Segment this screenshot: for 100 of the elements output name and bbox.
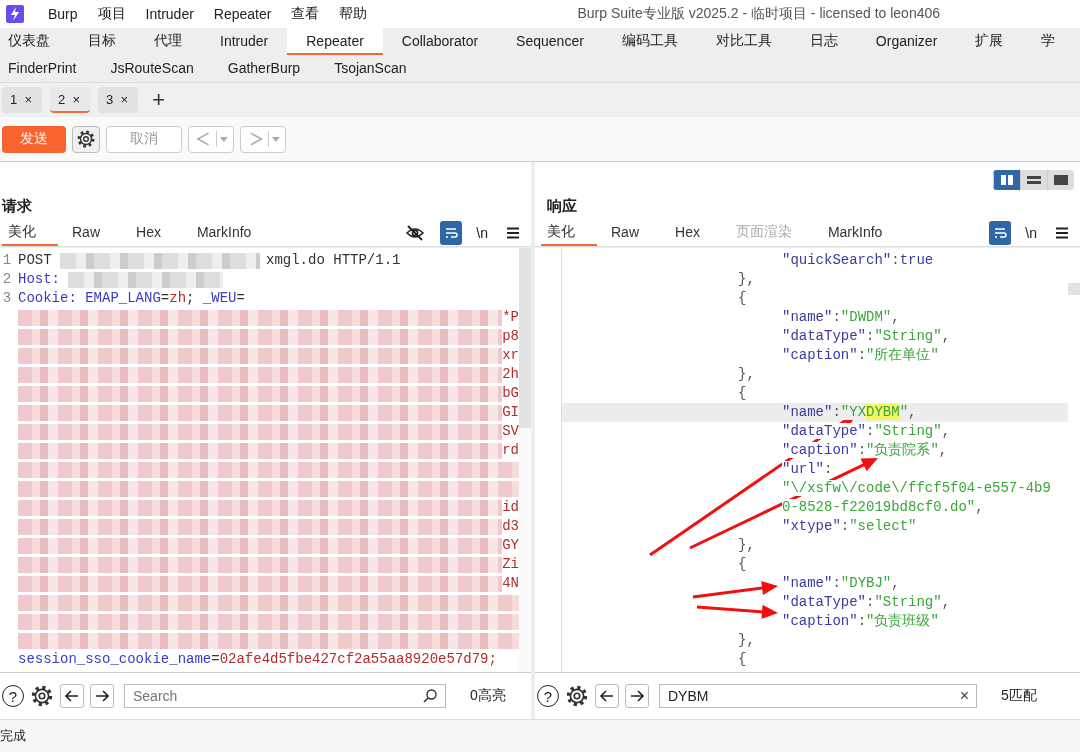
wrap-icon[interactable] [989, 221, 1012, 245]
code-text: Host: [18, 270, 61, 289]
code-text: d3 [502, 517, 519, 536]
caret-down-icon [219, 134, 229, 144]
panel-title: 响应 [547, 197, 577, 216]
tool-tab[interactable]: Collaborator [382, 28, 498, 55]
code-text: = [211, 650, 220, 669]
code-line: "dataType":"String", [781, 593, 952, 612]
code-text: GY [502, 536, 519, 555]
code-text: p8 [502, 327, 519, 346]
code-text: 02afe4d5fbe427cf2a55aa8920e57d79; [219, 650, 497, 669]
previous-button[interactable] [595, 684, 619, 708]
tool-tab[interactable]: 编码工具 [602, 28, 697, 55]
tool-tab[interactable]: Repeater [287, 28, 383, 55]
menu-item[interactable]: 帮助 [329, 5, 378, 23]
view-tab[interactable]: 美化 [541, 220, 597, 246]
view-tab[interactable]: MarkInfo [821, 220, 905, 246]
code-text: xr [502, 346, 519, 365]
tool-tab[interactable]: Intruder [201, 28, 288, 55]
next-button[interactable] [625, 684, 649, 708]
code-text: zh [169, 289, 187, 308]
previous-button[interactable] [60, 684, 84, 708]
newline-toggle[interactable]: \n [476, 221, 488, 245]
tool-tab[interactable]: Organizer [856, 28, 957, 55]
view-tab[interactable]: Hex [130, 220, 183, 246]
code-text: xmgl.do HTTP/1.1 [266, 251, 401, 270]
code-line: "quickSearch":true [781, 251, 935, 270]
layout-button[interactable] [993, 170, 1020, 190]
code-line: "caption":"所在单位" [781, 346, 940, 365]
view-tab[interactable]: 美化 [2, 220, 58, 246]
code-text: = [236, 289, 245, 308]
arrow-right-icon [94, 688, 110, 704]
code-text: rd [502, 441, 519, 460]
status-text: 完成 [0, 727, 26, 745]
scrollbar-thumb[interactable] [519, 248, 531, 428]
menu-item[interactable]: Repeater [203, 6, 282, 22]
settings-icon[interactable] [30, 684, 54, 708]
code-text: SV [502, 422, 519, 441]
menu-item[interactable]: Intruder [135, 6, 204, 22]
tool-tab[interactable]: Sequencer [497, 28, 603, 55]
view-tab[interactable]: MarkInfo [190, 220, 274, 246]
new-tab-button[interactable]: + [152, 87, 165, 113]
scrollbar-thumb[interactable] [1068, 283, 1080, 295]
menu-item[interactable]: 项目 [87, 5, 136, 23]
request-tab[interactable]: 2 × [50, 87, 91, 113]
line-number: 2 [1, 270, 13, 289]
tool-tab[interactable]: 目标 [69, 28, 135, 55]
extension-tab[interactable]: GatherBurp [210, 55, 318, 82]
tool-tab[interactable]: 日志 [790, 28, 857, 55]
extension-tab[interactable]: TsojanScan [317, 55, 424, 82]
line-number: 3 [1, 289, 13, 308]
next-button[interactable] [90, 684, 114, 708]
match-count: 0高亮 [470, 687, 506, 705]
menu-item[interactable]: 查看 [281, 5, 330, 23]
columns-icon [999, 173, 1015, 187]
request-tab[interactable]: 3 × [98, 87, 139, 113]
extension-tab[interactable]: JsRouteScan [93, 55, 211, 82]
code-text: 2h [502, 365, 519, 384]
arrow-left-icon [599, 688, 615, 704]
code-line: "name":"DWDM", [781, 308, 901, 327]
line-number: 1 [1, 251, 13, 270]
clear-button[interactable]: × [959, 688, 969, 704]
code-line: "caption":"负责院系", [781, 441, 949, 460]
caret-down-icon [271, 134, 281, 144]
code-line: "xtype":"select" [781, 517, 918, 536]
code-line: "dataType":"String", [781, 422, 952, 441]
lightning-logo-icon [6, 5, 24, 23]
square-icon [1053, 173, 1069, 187]
code-text: Zi [502, 555, 519, 574]
menu-item[interactable]: Burp [38, 6, 88, 22]
code-text: = [160, 289, 170, 308]
view-tab[interactable]: Raw [66, 220, 122, 246]
code-text: ; [186, 289, 196, 308]
tool-tab[interactable]: 仪表盘 [0, 28, 69, 55]
code-text: session_sso_cookie_name [18, 650, 212, 669]
code-text: 4N [502, 574, 519, 593]
code-text: id [502, 498, 519, 517]
window-title: Burp Suite专业版 v2025.2 - 临时项目 - licensed to leon406 [577, 5, 941, 23]
tool-tab[interactable]: 学 [1022, 28, 1075, 55]
settings-icon[interactable] [565, 684, 589, 708]
view-tab[interactable]: Raw [605, 220, 661, 246]
code-text: _WEU [202, 289, 237, 308]
rows-icon [1026, 173, 1042, 187]
arrow-right-icon [629, 688, 645, 704]
search-icon [422, 688, 438, 704]
code-line: "name":"DYBJ", [781, 574, 901, 593]
wrap-icon[interactable] [440, 221, 463, 245]
tool-tab[interactable]: 扩展 [956, 28, 1023, 55]
code-text: GI [502, 403, 519, 422]
match-count: 5匹配 [1001, 687, 1037, 705]
arrow-left-icon [64, 688, 80, 704]
code-text: bG [502, 384, 519, 403]
tool-tab[interactable]: 对比工具 [696, 28, 791, 55]
newline-toggle[interactable]: \n [1025, 221, 1037, 245]
search-field[interactable]: Search [124, 684, 446, 708]
settings-button[interactable] [72, 125, 100, 153]
request-tab[interactable]: 1 × [2, 87, 43, 113]
tool-tab[interactable]: 代理 [135, 28, 201, 55]
view-tab[interactable]: Hex [669, 220, 722, 246]
extension-tab[interactable]: FinderPrint [0, 55, 94, 82]
